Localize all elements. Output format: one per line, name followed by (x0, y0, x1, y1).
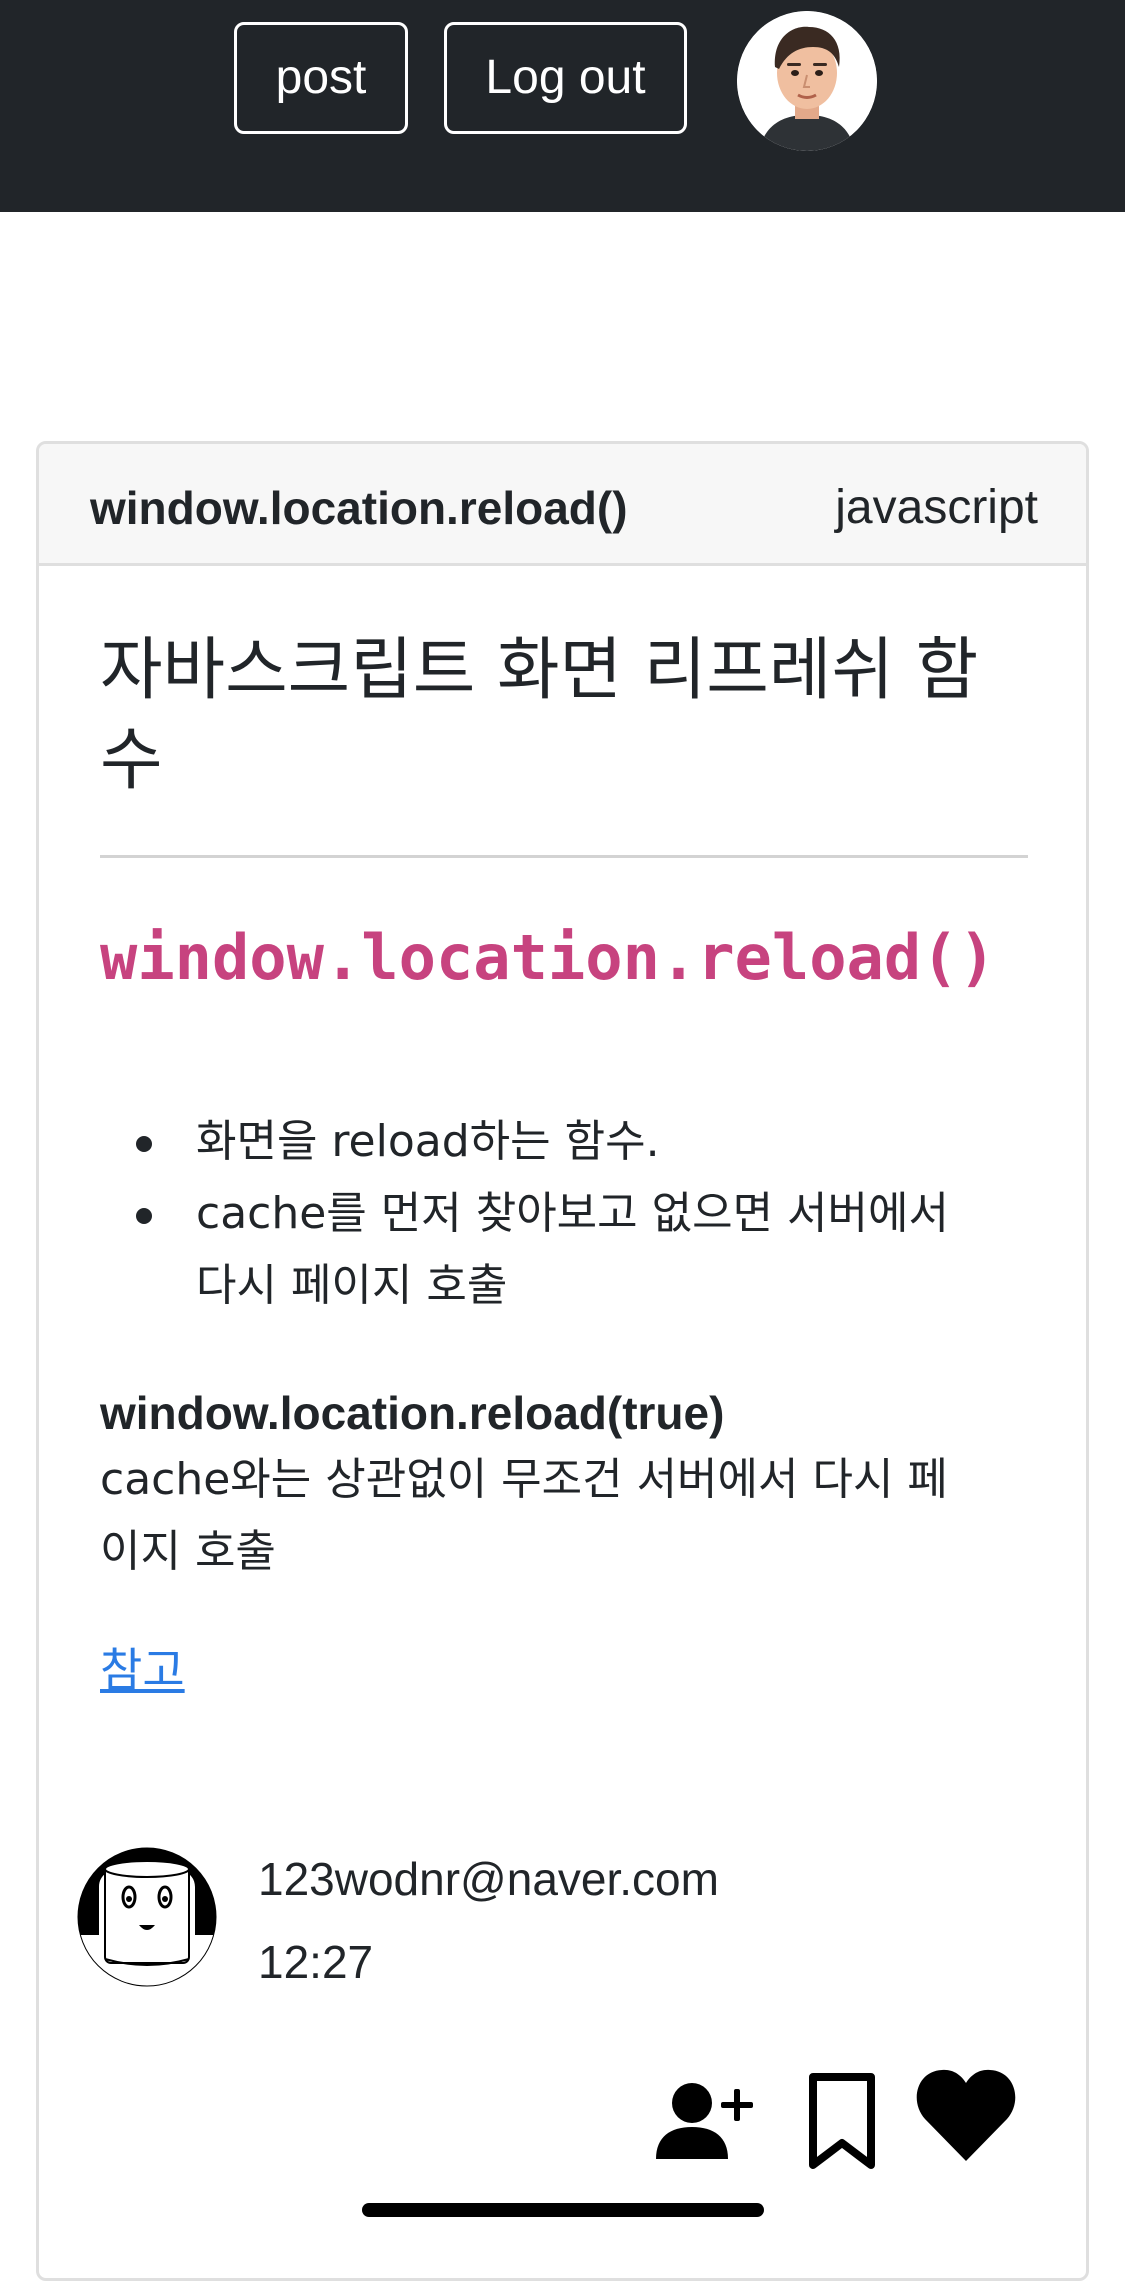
list-item: 화면을 reload하는 함수. (100, 1106, 1000, 1178)
author-email: 123wodnr@naver.com (258, 1853, 719, 1905)
heart-icon[interactable] (915, 2067, 1017, 2163)
list-item-text: 화면을 reload하는 함수. (196, 1116, 660, 1167)
post-card: window.location.reload() javascript 자바스크… (36, 441, 1089, 2281)
list-item: cache를 먼저 찾아보고 없으면 서버에서 다시 페이지 호출 (100, 1178, 1000, 1322)
strong-heading: window.location.reload(true) (100, 1387, 725, 1439)
post-time: 12:27 (258, 1936, 374, 1988)
list-item-text: cache를 먼저 찾아보고 없으면 서버에서 다시 페이지 호출 (196, 1188, 949, 1311)
reference-link[interactable]: 참고 (100, 1640, 185, 1700)
post-button[interactable]: post (234, 22, 408, 134)
code-heading: window.location.reload() (100, 921, 996, 994)
card-title: window.location.reload() (90, 482, 628, 534)
bullet-dot-icon (136, 1136, 152, 1152)
author-avatar-icon[interactable] (77, 1847, 217, 1987)
logout-button[interactable]: Log out (444, 22, 687, 134)
bullet-dot-icon (136, 1208, 152, 1224)
divider (100, 855, 1028, 858)
post-heading: 자바스크립트 화면 리프레쉬 함수 (100, 631, 979, 800)
home-indicator (362, 2203, 764, 2217)
user-plus-icon[interactable] (654, 2081, 754, 2161)
paragraph: cache와는 상관없이 무조건 서버에서 다시 페이지 호출 (100, 1454, 948, 1577)
user-avatar-icon[interactable] (737, 11, 877, 151)
card-header: window.location.reload() javascript (39, 444, 1086, 566)
bookmark-icon[interactable] (805, 2071, 879, 2171)
category-label: javascript (835, 481, 1038, 534)
bullet-list: 화면을 reload하는 함수. cache를 먼저 찾아보고 없으면 서버에서… (100, 1106, 1000, 1322)
top-navbar: post Log out (0, 0, 1125, 212)
